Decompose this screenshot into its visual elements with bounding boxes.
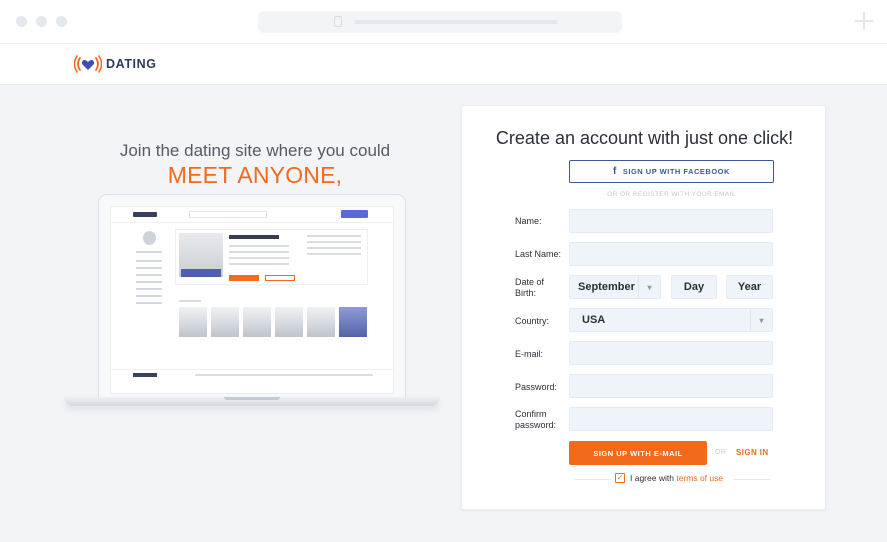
address-bar[interactable]: [258, 11, 622, 33]
preview-button: [341, 210, 368, 218]
laptop-notch: [224, 397, 280, 400]
preview-sidebar-line: [136, 281, 162, 283]
laptop-illustration: [64, 194, 440, 414]
dob-label: Date of Birth:: [515, 277, 545, 298]
terms-agreement: ✓ I agree with terms of use: [615, 473, 723, 483]
preview-about-row: [307, 235, 361, 237]
signup-email-label: SIGN UP WITH E-MAIL: [593, 448, 683, 458]
site-header: DATING: [0, 44, 887, 85]
preview-thumb: [179, 307, 207, 337]
country-label: Country:: [515, 316, 550, 326]
preview-about-row: [307, 247, 361, 249]
address-placeholder: [354, 20, 558, 24]
name-label: Name:: [515, 216, 542, 226]
or-divider-text: OR OR REGISTER WITH YOUR EMAIL: [607, 191, 736, 198]
signup-email-button[interactable]: SIGN UP WITH E-MAIL: [569, 441, 707, 465]
logo-text: DATING: [106, 57, 157, 71]
confirm-password-input[interactable]: [569, 407, 773, 431]
preview-photo-bar: [181, 269, 221, 277]
preview-sidebar-line: [136, 251, 162, 253]
dob-month-select[interactable]: September ▾: [569, 275, 661, 299]
preview-sidebar-line: [136, 302, 162, 304]
browser-chrome: [0, 0, 887, 44]
sign-in-link[interactable]: SIGN IN: [736, 448, 769, 457]
preview-sidebar-line: [136, 295, 162, 297]
chevron-down-icon: ▾: [638, 276, 660, 298]
password-label: Password:: [515, 382, 558, 392]
site-logo[interactable]: DATING: [73, 55, 157, 73]
agree-divider-left: [575, 479, 611, 480]
preview-thumb: [307, 307, 335, 337]
preview-search: [189, 211, 267, 218]
preview-footer-divider: [111, 369, 393, 370]
heart-signal-logo-icon: [73, 55, 103, 73]
name-input[interactable]: [569, 209, 773, 233]
preview-thumb: [339, 307, 367, 337]
dob-day-value: Day: [683, 281, 705, 293]
dob-year-value: Year: [737, 281, 762, 293]
preview-thumb: [275, 307, 303, 337]
preview-logo: [133, 212, 157, 217]
preview-thumb: [211, 307, 239, 337]
country-value: USA: [582, 314, 606, 326]
preview-footer-links: [195, 374, 373, 376]
or-text: OR: [715, 449, 727, 456]
confirm-password-label: Confirm password:: [515, 409, 557, 430]
signup-title: Create an account with just one click!: [495, 128, 794, 148]
facebook-icon: f: [613, 166, 617, 177]
agree-text: I agree with terms of use: [630, 473, 723, 483]
email-input[interactable]: [569, 341, 773, 365]
chevron-down-icon: ▾: [750, 309, 772, 331]
preview-profile-name: [229, 235, 279, 239]
preview-profile-row: [229, 257, 289, 259]
preview-avatar: [143, 231, 156, 245]
terms-checkbox[interactable]: ✓: [615, 473, 625, 483]
laptop-lid: [98, 194, 406, 398]
preview-profile-row: [229, 251, 289, 253]
preview-header: [111, 207, 393, 223]
dob-month-value: September: [578, 281, 635, 293]
preview-sidebar-line: [136, 260, 162, 262]
last-name-input[interactable]: [569, 242, 773, 266]
dob-year-select[interactable]: Year: [726, 275, 773, 299]
country-select[interactable]: USA ▾: [569, 308, 773, 332]
promo-subtitle: Join the dating site where you could: [119, 141, 391, 160]
preview-outline-button: [265, 275, 295, 281]
last-name-label: Last Name:: [515, 249, 562, 259]
preview-about-row: [307, 253, 361, 255]
preview-about-row: [307, 241, 361, 243]
preview-profile-row: [229, 245, 289, 247]
signup-card: Create an account with just one click! f…: [461, 105, 826, 510]
preview-photos-label: [179, 300, 201, 302]
lock-icon: [334, 16, 342, 27]
laptop-screen-preview: [110, 206, 394, 394]
window-close-dot[interactable]: [16, 16, 27, 27]
window-minimize-dot[interactable]: [36, 16, 47, 27]
check-icon: ✓: [616, 473, 624, 482]
facebook-signup-button[interactable]: f SIGN UP WITH FACEBOOK: [569, 160, 774, 183]
facebook-signup-label: SIGN UP WITH FACEBOOK: [622, 167, 730, 176]
preview-profile-row: [229, 263, 289, 265]
email-label: E-mail:: [515, 349, 544, 359]
preview-footer-logo: [133, 373, 157, 377]
window-maximize-dot[interactable]: [56, 16, 67, 27]
preview-sidebar-line: [136, 288, 162, 290]
or-divider: OR OR REGISTER WITH YOUR EMAIL: [569, 190, 774, 202]
preview-sidebar-line: [136, 267, 162, 269]
preview-thumb: [243, 307, 271, 337]
agree-divider-right: [734, 479, 770, 480]
plus-icon[interactable]: [855, 12, 873, 30]
dob-day-select[interactable]: Day: [671, 275, 717, 299]
password-input[interactable]: [569, 374, 773, 398]
agree-prefix: I agree with: [630, 473, 674, 483]
terms-of-use-link[interactable]: terms of use: [676, 473, 723, 483]
preview-sidebar-line: [136, 274, 162, 276]
preview-orange-button: [229, 275, 259, 281]
